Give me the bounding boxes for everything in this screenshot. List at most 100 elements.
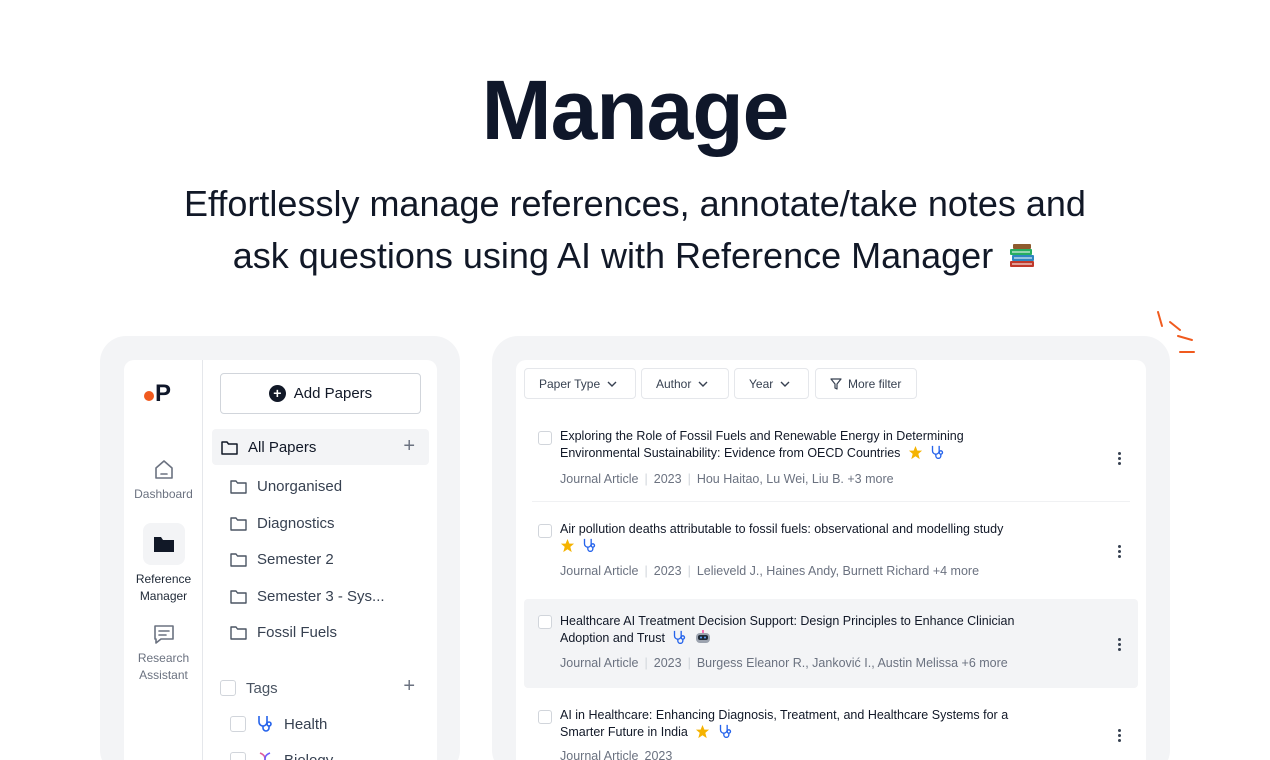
nav-dashboard[interactable]: Dashboard — [124, 458, 203, 503]
tag-checkbox[interactable] — [230, 716, 246, 732]
paper-title[interactable]: Healthcare AI Treatment Decision Support… — [560, 613, 1060, 647]
folder-icon — [230, 625, 247, 640]
folder-list: + Add Papers All Papers + Unorganised Di… — [204, 360, 437, 760]
tags-label: Tags — [246, 679, 278, 697]
folder-label: Fossil Fuels — [257, 623, 338, 641]
folder-label: All Papers — [248, 438, 317, 456]
paper-title-line-wrap — [560, 538, 1060, 555]
add-folder-icon[interactable]: + — [403, 436, 415, 456]
paper-row[interactable]: AI in Healthcare: Enhancing Diagnosis, T… — [524, 699, 1138, 760]
more-options-icon[interactable] — [1118, 545, 1122, 560]
more-options-icon[interactable] — [1118, 452, 1122, 467]
nav-research-assistant[interactable]: Research Assistant — [124, 622, 203, 684]
nav-reference-manager[interactable]: Reference Manager — [124, 523, 203, 605]
star-icon — [696, 724, 710, 739]
subtitle-line-2-wrap: ask questions using AI with Reference Ma… — [0, 230, 1270, 282]
tags-checkbox[interactable] — [220, 680, 236, 696]
stethoscope-icon — [719, 724, 731, 738]
paper-title-line: Exploring the Role of Fossil Fuels and R… — [560, 429, 964, 443]
page-title: Manage — [481, 63, 790, 157]
filter-label: More filter — [848, 376, 902, 391]
folder-icon — [230, 552, 247, 567]
tags-header[interactable]: Tags + — [220, 676, 421, 698]
home-icon — [154, 460, 173, 479]
chat-icon — [153, 625, 174, 644]
chevron-down-icon — [780, 381, 790, 387]
filter-author[interactable]: Author — [641, 368, 729, 399]
folder-label: Diagnostics — [257, 514, 335, 532]
chevron-down-icon — [607, 381, 617, 387]
filter-more[interactable]: More filter — [815, 368, 917, 399]
nav-research-label-2: Assistant — [139, 668, 188, 682]
paper-title-line-wrap: Environmental Sustainability: Evidence f… — [560, 445, 1060, 462]
more-options-icon[interactable] — [1118, 729, 1122, 744]
paper-year: 2023 — [653, 472, 682, 486]
stethoscope-icon — [584, 538, 596, 552]
folder-icon — [230, 516, 247, 531]
tag-item-health[interactable]: Health — [230, 714, 327, 734]
stethoscope-icon — [932, 445, 944, 459]
subtitle-line-1: Effortlessly manage references, annotate… — [184, 183, 1086, 224]
books-icon — [1010, 244, 1035, 267]
add-papers-label: Add Papers — [293, 385, 373, 402]
filter-label: Author — [656, 376, 692, 391]
more-options-icon[interactable] — [1118, 638, 1122, 653]
folder-item[interactable]: Unorganised — [212, 468, 429, 504]
paper-year: 2023 — [653, 564, 682, 578]
chevron-down-icon — [698, 381, 708, 387]
folder-label: Unorganised — [257, 477, 343, 495]
add-tag-icon[interactable]: + — [403, 676, 415, 696]
paper-title[interactable]: Air pollution deaths attributable to fos… — [560, 521, 1060, 555]
subtitle-line-2: ask questions using AI with Reference Ma… — [232, 235, 994, 276]
paper-title-line: Smarter Future in India — [560, 725, 688, 739]
app-logo[interactable]: P — [144, 380, 171, 408]
paper-checkbox[interactable] — [538, 524, 552, 538]
papers-panel: Paper Type Author Year More filter Explo… — [516, 360, 1146, 760]
paper-title-line-wrap: Adoption and Trust — [560, 630, 1060, 647]
filter-year[interactable]: Year — [734, 368, 809, 399]
paper-year: 2023 — [653, 656, 682, 670]
paper-row[interactable]: Exploring the Role of Fossil Fuels and R… — [524, 420, 1138, 500]
folder-all-papers[interactable]: All Papers + — [212, 429, 429, 465]
paper-row[interactable]: Healthcare AI Treatment Decision Support… — [524, 599, 1138, 688]
folder-label: Semester 3 - Sys... — [257, 587, 385, 605]
paper-title-line: Healthcare AI Treatment Decision Support… — [560, 614, 1015, 628]
star-icon — [908, 445, 922, 460]
paper-type: Journal Article — [560, 656, 639, 670]
dna-icon — [259, 752, 271, 760]
paper-authors: Burgess Eleanor R., Janković I., Austin … — [696, 656, 1008, 670]
paper-meta: Journal Article | 2023 | Burgess Eleanor R.,… — [560, 656, 1008, 670]
tag-checkbox[interactable] — [230, 752, 246, 760]
paper-row[interactable]: Air pollution deaths attributable to fos… — [524, 513, 1138, 593]
paper-title-line-wrap: Smarter Future in India — [560, 724, 1060, 741]
paper-title[interactable]: Exploring the Role of Fossil Fuels and R… — [560, 428, 1060, 462]
folder-icon — [221, 440, 238, 455]
paper-authors: Hou Haitao, Lu Wei, Liu B. +3 more — [696, 472, 894, 486]
nav-reference-label-2: Manager — [139, 589, 188, 603]
nav-reference-label-1: Reference — [135, 572, 192, 586]
folder-item[interactable]: Diagnostics — [212, 505, 429, 541]
page-subtitle: Effortlessly manage references, annotate… — [0, 178, 1270, 282]
paper-meta: Journal Article | 2023 | Lelieveld J., Haine… — [560, 564, 980, 578]
star-icon — [560, 538, 575, 553]
paper-title-line: Environmental Sustainability: Evidence f… — [560, 446, 901, 460]
folder-item[interactable]: Semester 2 — [212, 541, 429, 577]
paper-checkbox[interactable] — [538, 710, 552, 724]
folder-icon — [230, 479, 247, 494]
filter-paper-type[interactable]: Paper Type — [524, 368, 636, 399]
nav-research-label-1: Research — [137, 651, 190, 665]
folder-label: Semester 2 — [257, 550, 334, 568]
filter-icon — [830, 377, 842, 390]
paper-type: Journal Article — [560, 749, 639, 760]
nav-rail: P Dashboard Reference Manager Research A… — [124, 360, 203, 760]
folder-item[interactable]: Semester 3 - Sys... — [212, 578, 429, 614]
paper-checkbox[interactable] — [538, 431, 552, 445]
tag-item-biology[interactable]: Biology — [230, 750, 333, 760]
stethoscope-icon — [258, 716, 272, 732]
paper-title-line: AI in Healthcare: Enhancing Diagnosis, T… — [560, 708, 1009, 722]
folder-item[interactable]: Fossil Fuels — [212, 614, 429, 650]
paper-title[interactable]: AI in Healthcare: Enhancing Diagnosis, T… — [560, 707, 1060, 741]
paper-checkbox[interactable] — [538, 615, 552, 629]
add-papers-button[interactable]: + Add Papers — [220, 373, 421, 414]
paper-type: Journal Article — [560, 472, 639, 486]
